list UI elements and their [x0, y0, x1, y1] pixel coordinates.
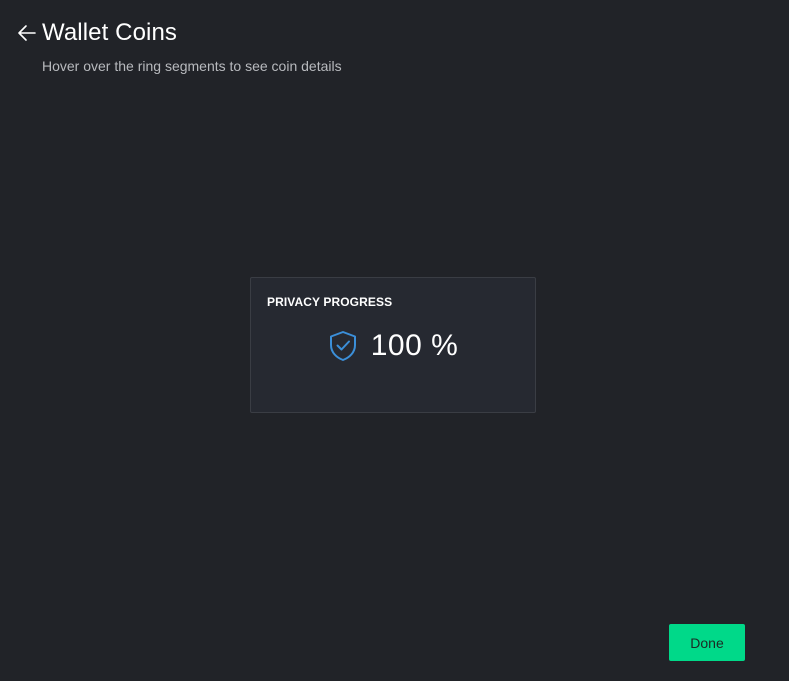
privacy-progress-row: 100 % — [251, 328, 535, 364]
page-title: Wallet Coins — [42, 19, 178, 46]
card-title: PRIVACY PROGRESS — [267, 295, 393, 309]
privacy-progress-value: 100 % — [370, 329, 459, 362]
done-button[interactable]: Done — [669, 624, 745, 661]
page-subtitle: Hover over the ring segments to see coin… — [42, 58, 342, 74]
privacy-progress-card: PRIVACY PROGRESS 100 % — [250, 277, 536, 413]
arrow-left-icon — [18, 25, 36, 41]
shield-check-icon — [329, 331, 356, 361]
back-button[interactable] — [16, 22, 38, 44]
